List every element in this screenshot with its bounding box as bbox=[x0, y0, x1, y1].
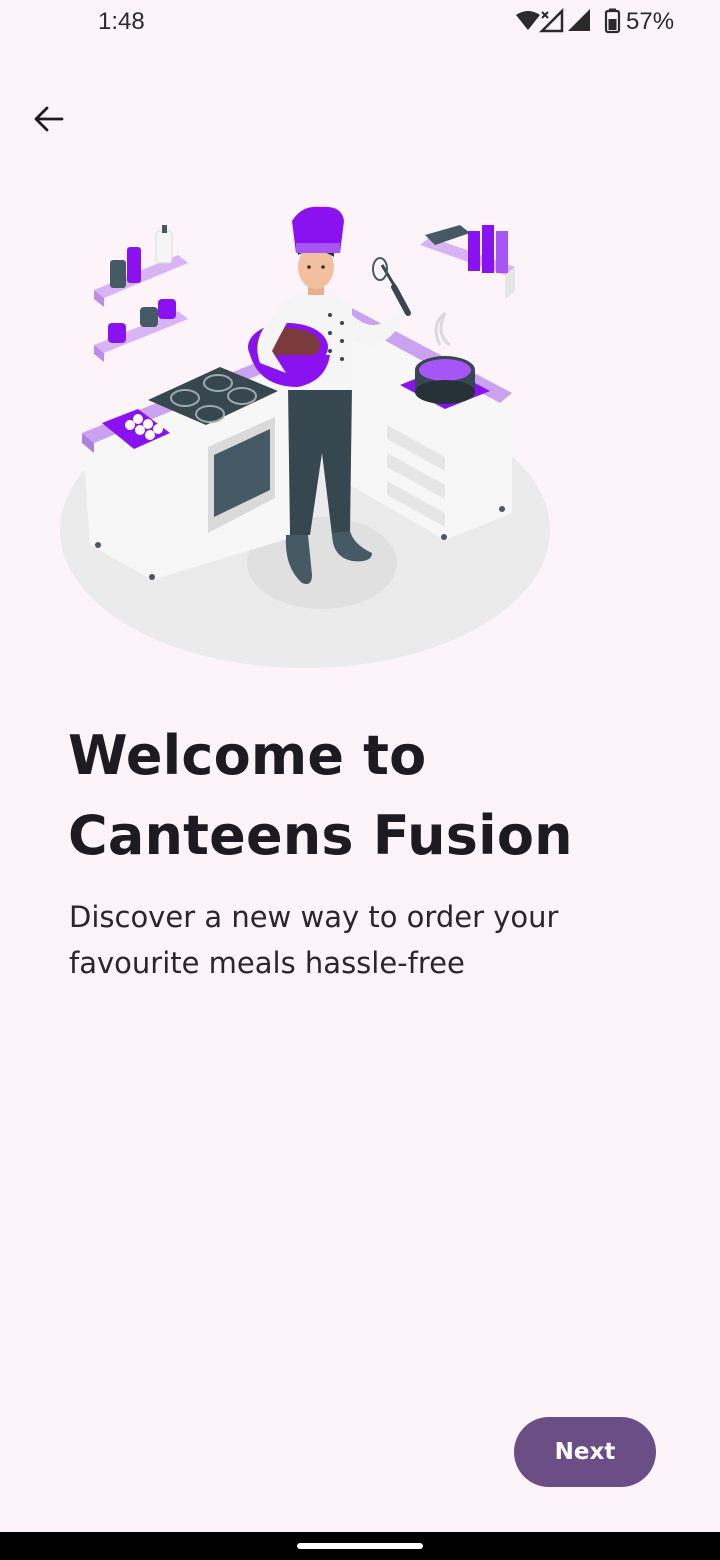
shelf-bottom bbox=[94, 299, 188, 362]
status-time: 1:48 bbox=[98, 8, 145, 35]
welcome-subtitle-line2: favourite meals hassle-free bbox=[69, 946, 465, 980]
battery-icon bbox=[604, 8, 621, 34]
book-shelf bbox=[420, 225, 515, 299]
status-bar: 1:48 57% bbox=[0, 0, 720, 46]
next-button[interactable]: Next bbox=[514, 1417, 656, 1487]
home-indicator[interactable] bbox=[297, 1543, 423, 1549]
wifi-icon bbox=[516, 11, 540, 30]
welcome-title: Welcome to Canteens Fusion bbox=[68, 716, 688, 876]
battery-percent: 57% bbox=[626, 8, 675, 35]
welcome-subtitle: Discover a new way to order your favourit… bbox=[69, 894, 689, 986]
back-button[interactable] bbox=[24, 96, 74, 142]
arrow-left-icon bbox=[34, 106, 64, 132]
chef-in-kitchen-illustration bbox=[60, 206, 550, 668]
welcome-title-line2: Canteens Fusion bbox=[68, 804, 573, 867]
no-data-signal-icon bbox=[538, 7, 564, 33]
shelf-top bbox=[94, 225, 188, 307]
welcome-title-line1: Welcome to bbox=[68, 724, 427, 787]
welcome-subtitle-line1: Discover a new way to order your bbox=[69, 900, 559, 934]
status-icons bbox=[516, 7, 621, 34]
signal-icon bbox=[568, 9, 590, 31]
